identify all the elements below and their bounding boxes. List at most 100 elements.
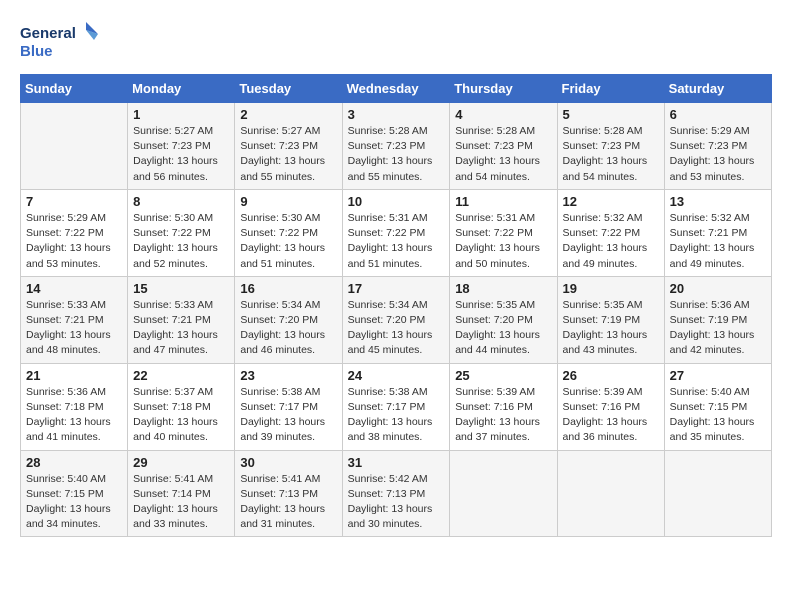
calendar-cell: 10 Sunrise: 5:31 AMSunset: 7:22 PMDayligh…	[342, 189, 450, 276]
column-header-saturday: Saturday	[664, 75, 771, 103]
calendar-cell: 20Sunrise: 5:36 AMSunset: 7:19 PMDayligh…	[664, 276, 771, 363]
column-header-friday: Friday	[557, 75, 664, 103]
day-info: Sunrise: 5:38 AMSunset: 7:17 PMDaylight:…	[348, 385, 445, 446]
day-info: Sunrise: 5:35 AMSunset: 7:19 PMDaylight:…	[563, 298, 659, 359]
svg-text:General: General	[20, 25, 76, 42]
calendar-cell: 9 Sunrise: 5:30 AMSunset: 7:22 PMDaylight…	[235, 189, 342, 276]
day-info: Sunrise: 5:28 AMSunset: 7:23 PMDaylight:…	[455, 124, 551, 185]
day-info: Sunrise: 5:31 AMSunset: 7:22 PMDaylight:…	[455, 211, 551, 272]
day-number: 21	[26, 368, 122, 383]
day-number: 6	[670, 107, 766, 122]
day-number: 16	[240, 281, 336, 296]
day-info: Sunrise: 5:32 AMSunset: 7:22 PMDaylight:…	[563, 211, 659, 272]
calendar-cell: 3 Sunrise: 5:28 AMSunset: 7:23 PMDaylight…	[342, 103, 450, 190]
calendar-cell: 15 Sunrise: 5:33 AMSunset: 7:21 PMDayligh…	[128, 276, 235, 363]
calendar-cell: 8 Sunrise: 5:30 AMSunset: 7:22 PMDaylight…	[128, 189, 235, 276]
day-info: Sunrise: 5:42 AMSunset: 7:13 PMDaylight:…	[348, 472, 445, 533]
column-header-monday: Monday	[128, 75, 235, 103]
day-number: 15	[133, 281, 229, 296]
column-header-thursday: Thursday	[450, 75, 557, 103]
calendar-cell	[450, 450, 557, 537]
calendar-cell: 30 Sunrise: 5:41 AMSunset: 7:13 PMDayligh…	[235, 450, 342, 537]
calendar-cell: 19 Sunrise: 5:35 AMSunset: 7:19 PMDayligh…	[557, 276, 664, 363]
day-info: Sunrise: 5:30 AMSunset: 7:22 PMDaylight:…	[133, 211, 229, 272]
day-info: Sunrise: 5:28 AMSunset: 7:23 PMDaylight:…	[563, 124, 659, 185]
day-number: 25	[455, 368, 551, 383]
calendar-cell	[557, 450, 664, 537]
day-info: Sunrise: 5:27 AMSunset: 7:23 PMDaylight:…	[240, 124, 336, 185]
day-info: Sunrise: 5:29 AMSunset: 7:23 PMDaylight:…	[670, 124, 766, 185]
calendar-cell	[664, 450, 771, 537]
day-info: Sunrise: 5:27 AMSunset: 7:23 PMDaylight:…	[133, 124, 229, 185]
day-number: 14	[26, 281, 122, 296]
day-number: 19	[563, 281, 659, 296]
calendar-cell: 2 Sunrise: 5:27 AMSunset: 7:23 PMDaylight…	[235, 103, 342, 190]
day-info: Sunrise: 5:38 AMSunset: 7:17 PMDaylight:…	[240, 385, 336, 446]
day-number: 8	[133, 194, 229, 209]
calendar-cell: 11 Sunrise: 5:31 AMSunset: 7:22 PMDayligh…	[450, 189, 557, 276]
calendar-cell: 5Sunrise: 5:28 AMSunset: 7:23 PMDaylight…	[557, 103, 664, 190]
day-info: Sunrise: 5:40 AMSunset: 7:15 PMDaylight:…	[670, 385, 766, 446]
calendar-cell: 31 Sunrise: 5:42 AMSunset: 7:13 PMDayligh…	[342, 450, 450, 537]
day-number: 24	[348, 368, 445, 383]
day-number: 30	[240, 455, 336, 470]
logo-svg: General Blue	[20, 20, 100, 64]
day-info: Sunrise: 5:33 AMSunset: 7:21 PMDaylight:…	[133, 298, 229, 359]
column-header-sunday: Sunday	[21, 75, 128, 103]
day-number: 22	[133, 368, 229, 383]
calendar-cell: 28 Sunrise: 5:40 AMSunset: 7:15 PMDayligh…	[21, 450, 128, 537]
svg-text:Blue: Blue	[20, 43, 53, 60]
day-number: 3	[348, 107, 445, 122]
day-info: Sunrise: 5:34 AMSunset: 7:20 PMDaylight:…	[348, 298, 445, 359]
day-number: 26	[563, 368, 659, 383]
day-info: Sunrise: 5:35 AMSunset: 7:20 PMDaylight:…	[455, 298, 551, 359]
day-number: 31	[348, 455, 445, 470]
calendar-cell: 16 Sunrise: 5:34 AMSunset: 7:20 PMDayligh…	[235, 276, 342, 363]
calendar-cell: 7 Sunrise: 5:29 AMSunset: 7:22 PMDaylight…	[21, 189, 128, 276]
day-info: Sunrise: 5:39 AMSunset: 7:16 PMDaylight:…	[455, 385, 551, 446]
calendar-cell: 24 Sunrise: 5:38 AMSunset: 7:17 PMDayligh…	[342, 363, 450, 450]
day-number: 18	[455, 281, 551, 296]
day-info: Sunrise: 5:28 AMSunset: 7:23 PMDaylight:…	[348, 124, 445, 185]
page-header: General Blue	[20, 20, 772, 64]
day-info: Sunrise: 5:34 AMSunset: 7:20 PMDaylight:…	[240, 298, 336, 359]
day-number: 9	[240, 194, 336, 209]
calendar-cell: 22 Sunrise: 5:37 AMSunset: 7:18 PMDayligh…	[128, 363, 235, 450]
day-info: Sunrise: 5:33 AMSunset: 7:21 PMDaylight:…	[26, 298, 122, 359]
day-info: Sunrise: 5:40 AMSunset: 7:15 PMDaylight:…	[26, 472, 122, 533]
day-info: Sunrise: 5:41 AMSunset: 7:13 PMDaylight:…	[240, 472, 336, 533]
calendar-cell: 18 Sunrise: 5:35 AMSunset: 7:20 PMDayligh…	[450, 276, 557, 363]
day-number: 20	[670, 281, 766, 296]
day-number: 17	[348, 281, 445, 296]
day-info: Sunrise: 5:39 AMSunset: 7:16 PMDaylight:…	[563, 385, 659, 446]
calendar-cell: 6 Sunrise: 5:29 AMSunset: 7:23 PMDaylight…	[664, 103, 771, 190]
day-number: 1	[133, 107, 229, 122]
day-number: 2	[240, 107, 336, 122]
calendar-cell: 26 Sunrise: 5:39 AMSunset: 7:16 PMDayligh…	[557, 363, 664, 450]
calendar-cell: 17 Sunrise: 5:34 AMSunset: 7:20 PMDayligh…	[342, 276, 450, 363]
day-info: Sunrise: 5:31 AMSunset: 7:22 PMDaylight:…	[348, 211, 445, 272]
column-header-wednesday: Wednesday	[342, 75, 450, 103]
day-number: 11	[455, 194, 551, 209]
day-number: 13	[670, 194, 766, 209]
day-info: Sunrise: 5:30 AMSunset: 7:22 PMDaylight:…	[240, 211, 336, 272]
day-info: Sunrise: 5:29 AMSunset: 7:22 PMDaylight:…	[26, 211, 122, 272]
column-header-tuesday: Tuesday	[235, 75, 342, 103]
calendar-cell: 29Sunrise: 5:41 AMSunset: 7:14 PMDayligh…	[128, 450, 235, 537]
day-number: 10	[348, 194, 445, 209]
calendar-cell	[21, 103, 128, 190]
day-number: 27	[670, 368, 766, 383]
calendar-cell: 14 Sunrise: 5:33 AMSunset: 7:21 PMDayligh…	[21, 276, 128, 363]
day-number: 28	[26, 455, 122, 470]
calendar-cell: 25 Sunrise: 5:39 AMSunset: 7:16 PMDayligh…	[450, 363, 557, 450]
calendar-cell: 13Sunrise: 5:32 AMSunset: 7:21 PMDayligh…	[664, 189, 771, 276]
calendar-cell: 12 Sunrise: 5:32 AMSunset: 7:22 PMDayligh…	[557, 189, 664, 276]
day-info: Sunrise: 5:41 AMSunset: 7:14 PMDaylight:…	[133, 472, 229, 533]
logo: General Blue	[20, 20, 100, 64]
calendar-cell: 4Sunrise: 5:28 AMSunset: 7:23 PMDaylight…	[450, 103, 557, 190]
day-number: 7	[26, 194, 122, 209]
day-number: 12	[563, 194, 659, 209]
calendar-cell: 27 Sunrise: 5:40 AMSunset: 7:15 PMDayligh…	[664, 363, 771, 450]
calendar-cell: 21Sunrise: 5:36 AMSunset: 7:18 PMDayligh…	[21, 363, 128, 450]
day-info: Sunrise: 5:37 AMSunset: 7:18 PMDaylight:…	[133, 385, 229, 446]
